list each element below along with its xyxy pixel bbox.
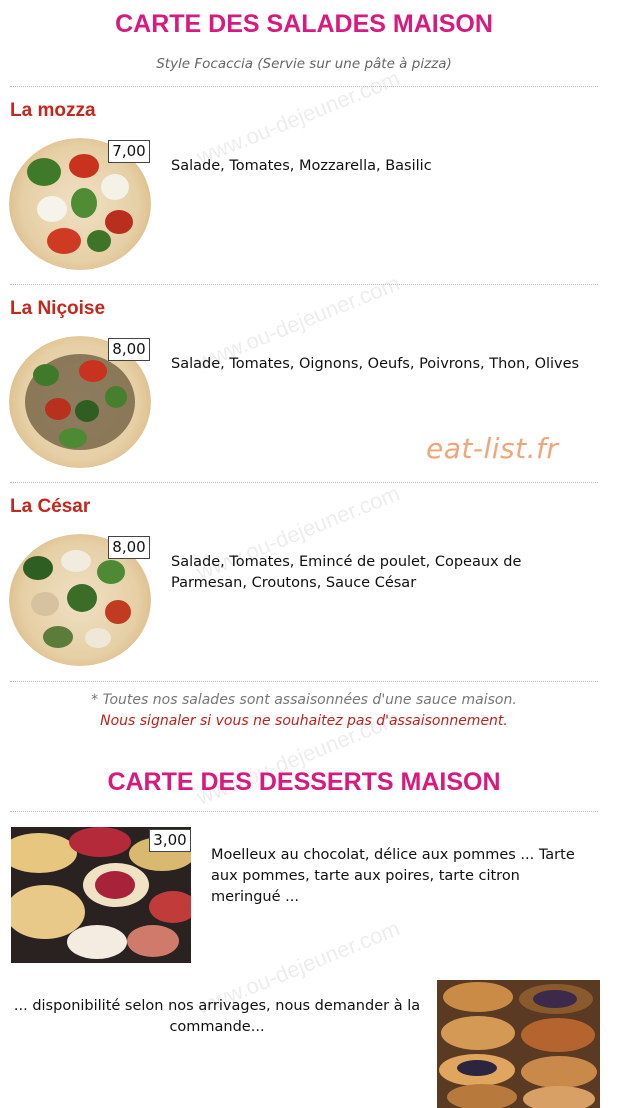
watermark: www.ou-dejeuner.com [193, 65, 404, 170]
tart-photo [437, 980, 600, 1108]
salads-subtitle: Style Focaccia (Servie sur une pâte à pi… [156, 56, 452, 72]
dessert-availability: ... disponibilité selon nos arrivages, n… [13, 998, 421, 1035]
salads-title: CARTE DES SALADES MAISON [115, 10, 493, 38]
divider [10, 86, 598, 87]
divider [10, 284, 598, 285]
salad-description: Salade, Tomates, Oignons, Oeufs, Poivron… [171, 356, 580, 372]
salad-name: La César [10, 496, 91, 517]
salad-description: Salade, Tomates, Mozzarella, Basilic [171, 158, 432, 174]
brand-watermark: eat-list.fr [426, 432, 559, 465]
salad-description: Salade, Tomates, Emincé de poulet, Copea… [171, 554, 522, 591]
salad-price: 8,00 [108, 338, 150, 361]
desserts-title: CARTE DES DESSERTS MAISON [107, 768, 501, 796]
salad-name: La mozza [10, 100, 96, 121]
salad-name: La Niçoise [10, 298, 106, 319]
salad-price: 7,00 [108, 140, 150, 163]
salads-note-warning: Nous signaler si vous ne souhaitez pas d… [100, 713, 508, 729]
divider [10, 482, 598, 483]
divider [10, 681, 598, 682]
dessert-price: 3,00 [149, 829, 191, 852]
salad-price: 8,00 [108, 536, 150, 559]
salads-note: * Toutes nos salades sont assaisonnées d… [91, 692, 517, 708]
dessert-description: Moelleux au chocolat, délice aux pommes … [211, 847, 575, 905]
divider [10, 811, 598, 812]
